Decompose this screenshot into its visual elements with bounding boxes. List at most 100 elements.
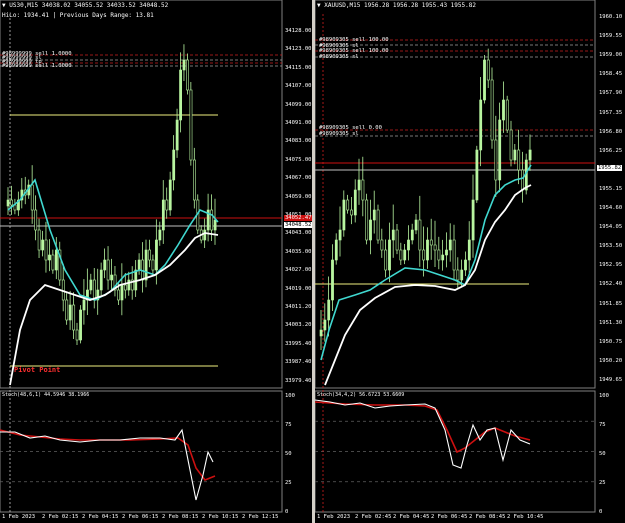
candle-body [483,59,486,101]
candle-body [137,259,141,271]
candle-body [148,249,151,261]
us30-price-label-6: 34083.00 [285,138,312,145]
candle-body [334,239,338,261]
candle-body [82,299,86,311]
candle-body [494,139,498,181]
candle-body [34,209,38,231]
candle-body [388,239,391,271]
us30-stoch-level-4: 0 [285,509,289,515]
xauusd-price-label-5: 1957.35 [599,109,623,116]
candle-body [165,199,169,211]
candle-body [30,184,34,211]
candle-body [172,149,176,181]
main-plot-frame [0,0,283,389]
candle-body [414,219,418,231]
xauusd-time-label-5: 2 Feb 10:45 [507,514,544,520]
xauusd-chart-window[interactable]: ▼ XAUUSD,M15 1956.28 1956.28 1955.43 195… [315,0,625,523]
candle-body [498,119,502,181]
candle-body [323,319,327,331]
xauusd-price-label-1: 1959.55 [599,33,623,40]
us30-stoch-level-1: 75 [285,422,292,428]
fast-moving-average-line [320,164,532,361]
us30-price-label-19: 33979.40 [285,377,312,384]
candle-body [158,229,162,241]
candle-body [124,284,127,291]
candle-body [376,209,380,241]
xauusd-time-label-4: 2 Feb 08:45 [469,514,506,520]
us30-price-label-9: 34059.00 [285,193,312,200]
pivot-point-label: Pivot Point [14,366,61,374]
candle-body [505,99,509,131]
candle-body [353,189,357,216]
us30-price-label-13: 34027.00 [285,267,312,274]
candle-body [48,254,51,261]
candle-body [193,159,196,201]
us30-current-price-tag: 34048.52 [284,222,313,228]
xauusd-price-label-16: 1951.30 [599,319,623,326]
candle-body [407,239,410,251]
candle-body [365,199,369,241]
xauusd-price-label-10: 1954.60 [599,205,623,211]
xauusd-order-label-5: #98909305 sl [319,130,359,137]
candle-body [44,239,48,261]
candle-body [161,199,165,231]
xauusd-price-label-13: 1952.95 [599,262,623,269]
us30-time-label-0: 1 Feb 2023 [2,514,36,520]
us30-red-price-tag: 34052.47 [284,215,313,221]
us30-stoch-level-0: 100 [285,393,295,399]
us30-stoch-level-3: 25 [285,480,292,486]
candle-body [179,69,183,121]
candle-body [99,269,103,291]
us30-time-label-3: 2 Feb 06:15 [122,514,159,520]
xauusd-price-label-11: 1954.05 [599,224,623,231]
candle-body [182,59,186,71]
candle-body [186,59,189,91]
us30-time-label-1: 2 Feb 02:15 [42,514,79,520]
us30-price-label-3: 34107.00 [285,83,312,90]
xauusd-price-label-3: 1958.45 [599,71,623,78]
candle-body [65,299,69,321]
candle-body [350,209,353,216]
candle-body [213,219,217,231]
us30-price-label-8: 34067.00 [285,175,312,182]
candle-body [346,199,350,211]
slow-moving-average-line [9,232,219,386]
xauusd-stoch-level-4: 0 [599,509,603,515]
candle-body [168,179,172,211]
xauusd-stoch-level-2: 50 [599,451,606,457]
candle-body [452,239,456,271]
candle-body [369,219,372,241]
us30-price-label-0: 34128.00 [285,28,312,34]
xauusd-price-label-15: 1951.85 [599,300,623,307]
us30-price-chart[interactable] [0,0,312,523]
xauusd-current-price-tag: 1955.82 [597,165,623,171]
candle-body [75,329,79,341]
us30-chart-window[interactable]: ▼ US30,M15 34038.02 34055.52 34033.52 34… [0,0,313,523]
us30-price-label-18: 33987.40 [285,359,312,366]
candle-body [41,239,45,251]
xauusd-price-label-14: 1952.40 [599,281,623,288]
candle-body [110,274,114,281]
candle-body [106,259,110,281]
stoch-signal-line [315,401,531,454]
candle-body [467,239,471,261]
xauusd-price-label-18: 1950.20 [599,357,623,364]
candle-body [517,149,521,171]
candle-body [410,229,414,241]
candle-body [372,209,376,221]
xauusd-order-label-3: #98909305 sl [319,53,359,60]
candle-body [51,254,55,271]
candle-body [54,249,58,271]
xauusd-time-label-1: 2 Feb 02:45 [355,514,392,520]
us30-stoch-label: Stoch(48,6,1) 44.5946 38.1966 [2,392,90,398]
candle-body [502,99,505,121]
candle-body [10,199,13,206]
us30-stoch-level-2: 50 [285,451,292,457]
xauusd-price-chart[interactable] [315,0,625,523]
us30-price-label-15: 34011.20 [285,304,312,310]
xauusd-time-label-0: 1 Feb 2023 [317,514,351,520]
us30-price-label-11: 34043.00 [285,230,312,237]
us30-price-label-2: 34115.00 [285,64,312,71]
xauusd-stoch-label: Stoch(34,4,2) 56.6723 53.6609 [317,392,405,398]
candle-body [79,309,82,341]
